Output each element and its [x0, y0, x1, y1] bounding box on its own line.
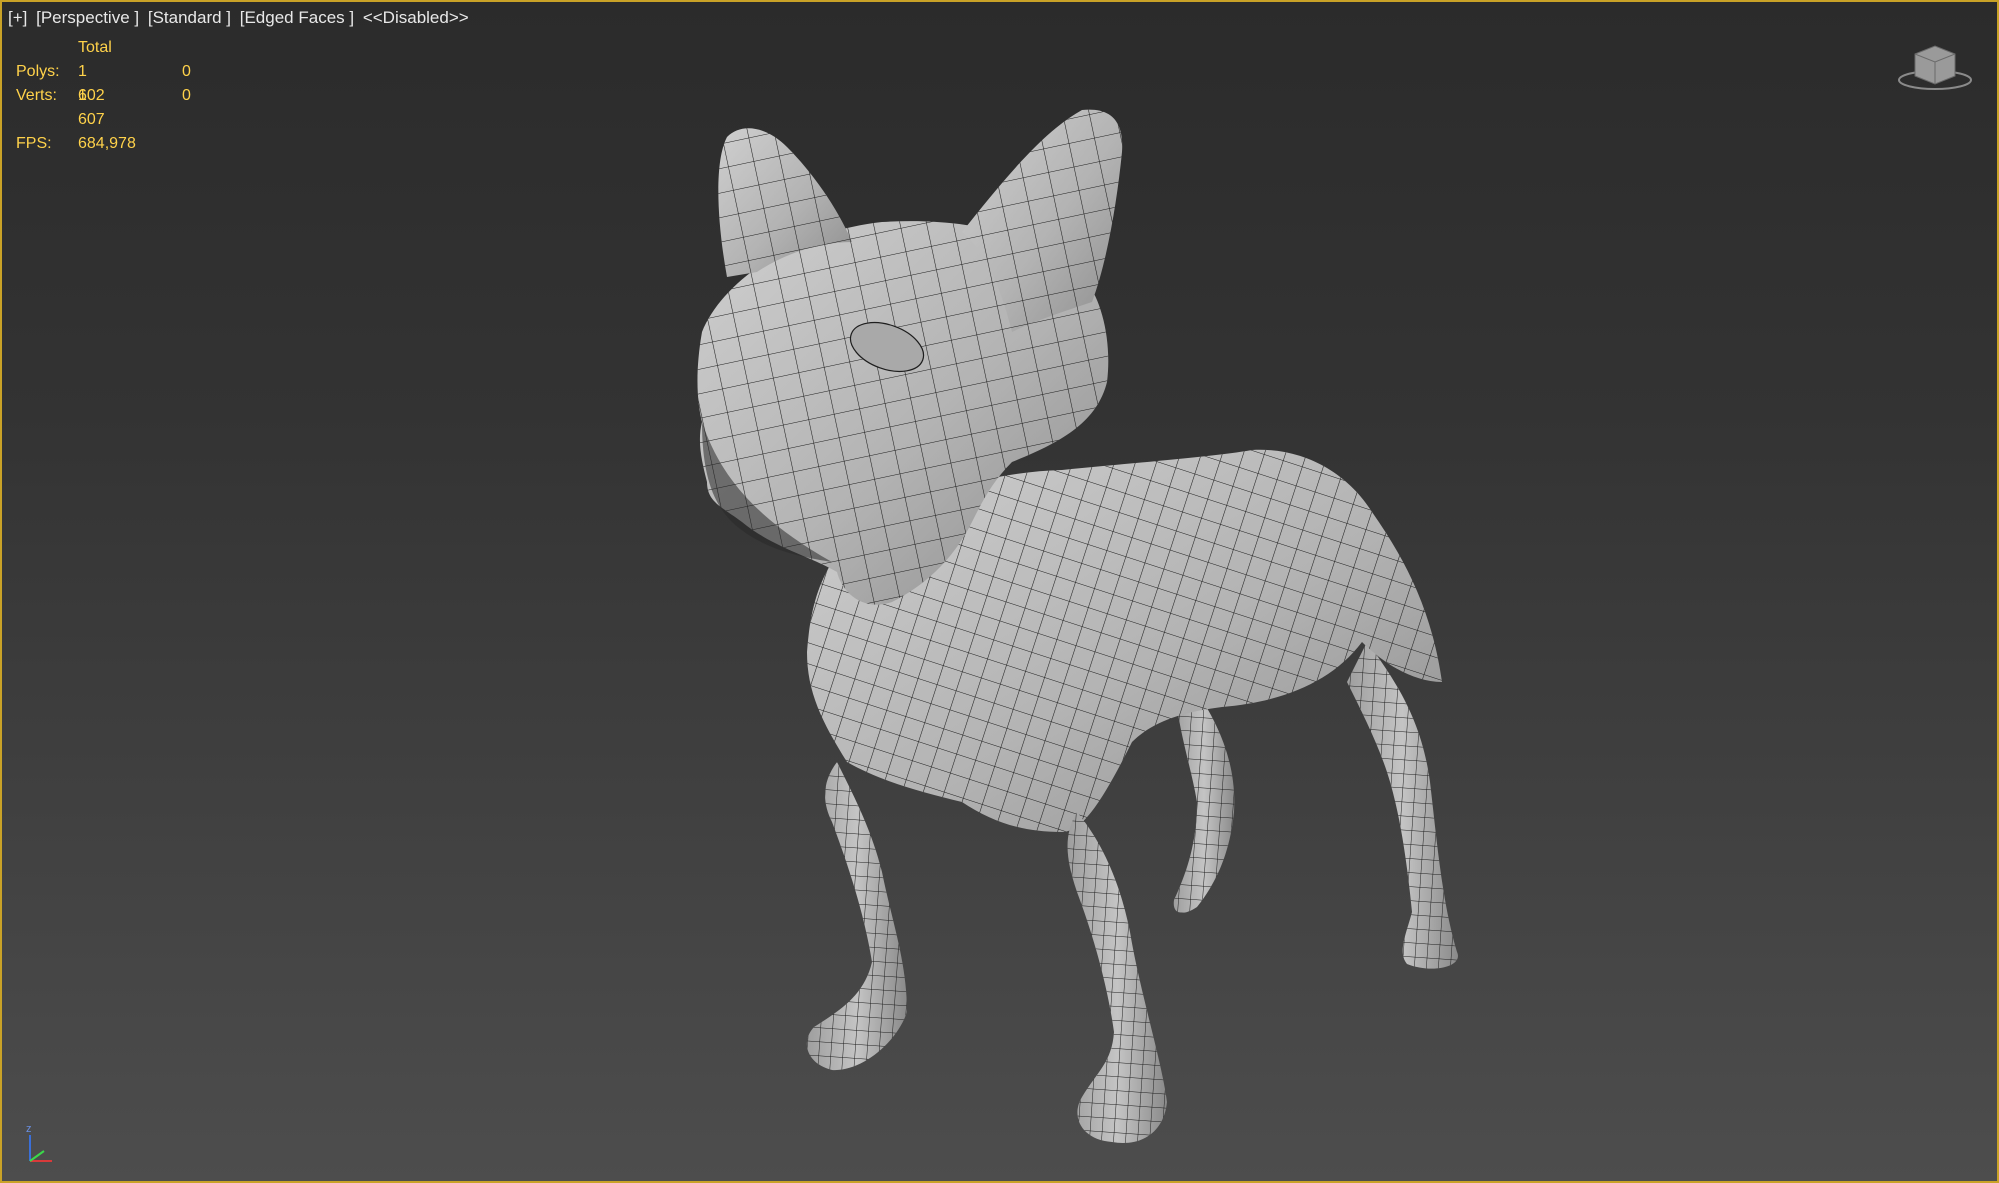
axis-tripod-icon: z [22, 1123, 62, 1167]
perspective-viewport[interactable]: [+] [Perspective ] [Standard ] [Edged Fa… [0, 0, 1999, 1183]
dog-front-near-leg [1067, 812, 1167, 1143]
axis-z-label: z [26, 1123, 32, 1135]
dog-front-far-leg [806, 762, 907, 1071]
viewcube-icon[interactable] [1893, 36, 1977, 94]
dog-back-far-leg [1173, 692, 1235, 913]
dog-mesh-model[interactable] [2, 2, 1999, 1183]
dog-back-near-leg [1347, 642, 1458, 969]
